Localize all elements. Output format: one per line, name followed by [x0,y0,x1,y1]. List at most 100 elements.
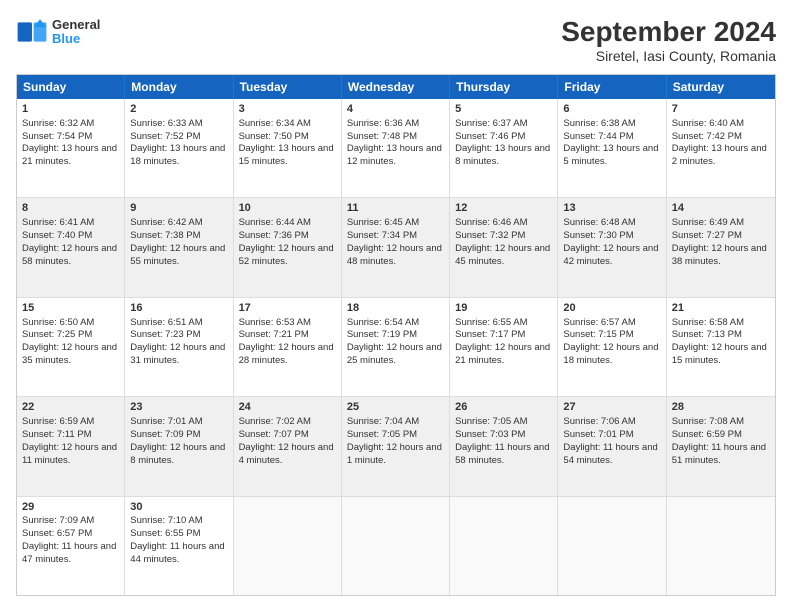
day-number: 5 [455,102,552,117]
subtitle: Siretel, Iasi County, Romania [561,48,776,64]
calendar: Sunday Monday Tuesday Wednesday Thursday… [16,74,776,596]
daylight: Daylight: 11 hours and 44 minutes. [130,541,224,565]
sunrise: Sunrise: 7:01 AM [130,416,202,427]
sunset: Sunset: 7:19 PM [347,329,417,340]
calendar-cell: 29Sunrise: 7:09 AMSunset: 6:57 PMDayligh… [17,497,125,595]
sunset: Sunset: 7:48 PM [347,131,417,142]
sunrise: Sunrise: 6:50 AM [22,317,94,328]
daylight: Daylight: 12 hours and 28 minutes. [239,342,334,366]
day-number: 27 [563,400,660,415]
calendar-cell: 12Sunrise: 6:46 AMSunset: 7:32 PMDayligh… [450,198,558,296]
daylight: Daylight: 12 hours and 42 minutes. [563,243,658,267]
calendar-cell: 20Sunrise: 6:57 AMSunset: 7:15 PMDayligh… [558,298,666,396]
calendar-cell: 13Sunrise: 6:48 AMSunset: 7:30 PMDayligh… [558,198,666,296]
calendar-cell: 4Sunrise: 6:36 AMSunset: 7:48 PMDaylight… [342,99,450,197]
calendar-cell: 22Sunrise: 6:59 AMSunset: 7:11 PMDayligh… [17,397,125,495]
day-number: 17 [239,301,336,316]
sunrise: Sunrise: 6:51 AM [130,317,202,328]
calendar-cell [342,497,450,595]
daylight: Daylight: 12 hours and 48 minutes. [347,243,442,267]
day-number: 18 [347,301,444,316]
sunset: Sunset: 7:27 PM [672,230,742,241]
day-number: 22 [22,400,119,415]
calendar-cell: 5Sunrise: 6:37 AMSunset: 7:46 PMDaylight… [450,99,558,197]
sunrise: Sunrise: 7:05 AM [455,416,527,427]
header-saturday: Saturday [667,75,775,99]
day-number: 3 [239,102,336,117]
daylight: Daylight: 13 hours and 5 minutes. [563,143,658,167]
sunrise: Sunrise: 6:44 AM [239,217,311,228]
sunset: Sunset: 7:50 PM [239,131,309,142]
daylight: Daylight: 11 hours and 58 minutes. [455,442,549,466]
sunset: Sunset: 7:01 PM [563,429,633,440]
sunrise: Sunrise: 6:34 AM [239,118,311,129]
day-number: 2 [130,102,227,117]
calendar-row: 29Sunrise: 7:09 AMSunset: 6:57 PMDayligh… [17,497,775,595]
logo-line2: Blue [52,32,100,46]
calendar-cell: 28Sunrise: 7:08 AMSunset: 6:59 PMDayligh… [667,397,775,495]
sunset: Sunset: 7:03 PM [455,429,525,440]
sunrise: Sunrise: 6:57 AM [563,317,635,328]
sunrise: Sunrise: 7:04 AM [347,416,419,427]
sunset: Sunset: 7:44 PM [563,131,633,142]
calendar-cell: 19Sunrise: 6:55 AMSunset: 7:17 PMDayligh… [450,298,558,396]
day-number: 10 [239,201,336,216]
day-number: 25 [347,400,444,415]
sunrise: Sunrise: 6:42 AM [130,217,202,228]
sunset: Sunset: 7:52 PM [130,131,200,142]
sunset: Sunset: 7:21 PM [239,329,309,340]
calendar-cell: 10Sunrise: 6:44 AMSunset: 7:36 PMDayligh… [234,198,342,296]
sunset: Sunset: 7:09 PM [130,429,200,440]
day-number: 4 [347,102,444,117]
day-number: 28 [672,400,770,415]
sunrise: Sunrise: 6:32 AM [22,118,94,129]
day-number: 14 [672,201,770,216]
sunset: Sunset: 6:59 PM [672,429,742,440]
sunset: Sunset: 6:57 PM [22,528,92,539]
calendar-row: 15Sunrise: 6:50 AMSunset: 7:25 PMDayligh… [17,298,775,397]
sunrise: Sunrise: 6:48 AM [563,217,635,228]
calendar-cell [450,497,558,595]
header-wednesday: Wednesday [342,75,450,99]
calendar-cell: 27Sunrise: 7:06 AMSunset: 7:01 PMDayligh… [558,397,666,495]
calendar-cell: 14Sunrise: 6:49 AMSunset: 7:27 PMDayligh… [667,198,775,296]
day-number: 24 [239,400,336,415]
sunrise: Sunrise: 7:06 AM [563,416,635,427]
header-tuesday: Tuesday [234,75,342,99]
calendar-cell: 9Sunrise: 6:42 AMSunset: 7:38 PMDaylight… [125,198,233,296]
daylight: Daylight: 13 hours and 12 minutes. [347,143,442,167]
daylight: Daylight: 12 hours and 4 minutes. [239,442,334,466]
daylight: Daylight: 13 hours and 2 minutes. [672,143,767,167]
logo-text: General Blue [52,18,100,47]
sunrise: Sunrise: 6:40 AM [672,118,744,129]
calendar-cell: 1Sunrise: 6:32 AMSunset: 7:54 PMDaylight… [17,99,125,197]
sunrise: Sunrise: 7:09 AM [22,515,94,526]
logo-icon [16,16,48,48]
sunrise: Sunrise: 6:33 AM [130,118,202,129]
day-number: 16 [130,301,227,316]
day-number: 6 [563,102,660,117]
sunrise: Sunrise: 6:45 AM [347,217,419,228]
calendar-cell: 26Sunrise: 7:05 AMSunset: 7:03 PMDayligh… [450,397,558,495]
calendar-row: 8Sunrise: 6:41 AMSunset: 7:40 PMDaylight… [17,198,775,297]
daylight: Daylight: 12 hours and 21 minutes. [455,342,550,366]
daylight: Daylight: 12 hours and 15 minutes. [672,342,767,366]
daylight: Daylight: 12 hours and 18 minutes. [563,342,658,366]
main-title: September 2024 [561,16,776,48]
header-monday: Monday [125,75,233,99]
daylight: Daylight: 12 hours and 1 minute. [347,442,442,466]
sunrise: Sunrise: 6:46 AM [455,217,527,228]
calendar-cell: 17Sunrise: 6:53 AMSunset: 7:21 PMDayligh… [234,298,342,396]
daylight: Daylight: 11 hours and 47 minutes. [22,541,116,565]
calendar-cell: 2Sunrise: 6:33 AMSunset: 7:52 PMDaylight… [125,99,233,197]
day-number: 21 [672,301,770,316]
sunset: Sunset: 7:11 PM [22,429,92,440]
sunrise: Sunrise: 6:49 AM [672,217,744,228]
day-number: 13 [563,201,660,216]
calendar-cell [234,497,342,595]
calendar-cell: 8Sunrise: 6:41 AMSunset: 7:40 PMDaylight… [17,198,125,296]
logo-line1: General [52,18,100,32]
sunrise: Sunrise: 6:41 AM [22,217,94,228]
calendar-cell: 16Sunrise: 6:51 AMSunset: 7:23 PMDayligh… [125,298,233,396]
header-friday: Friday [558,75,666,99]
